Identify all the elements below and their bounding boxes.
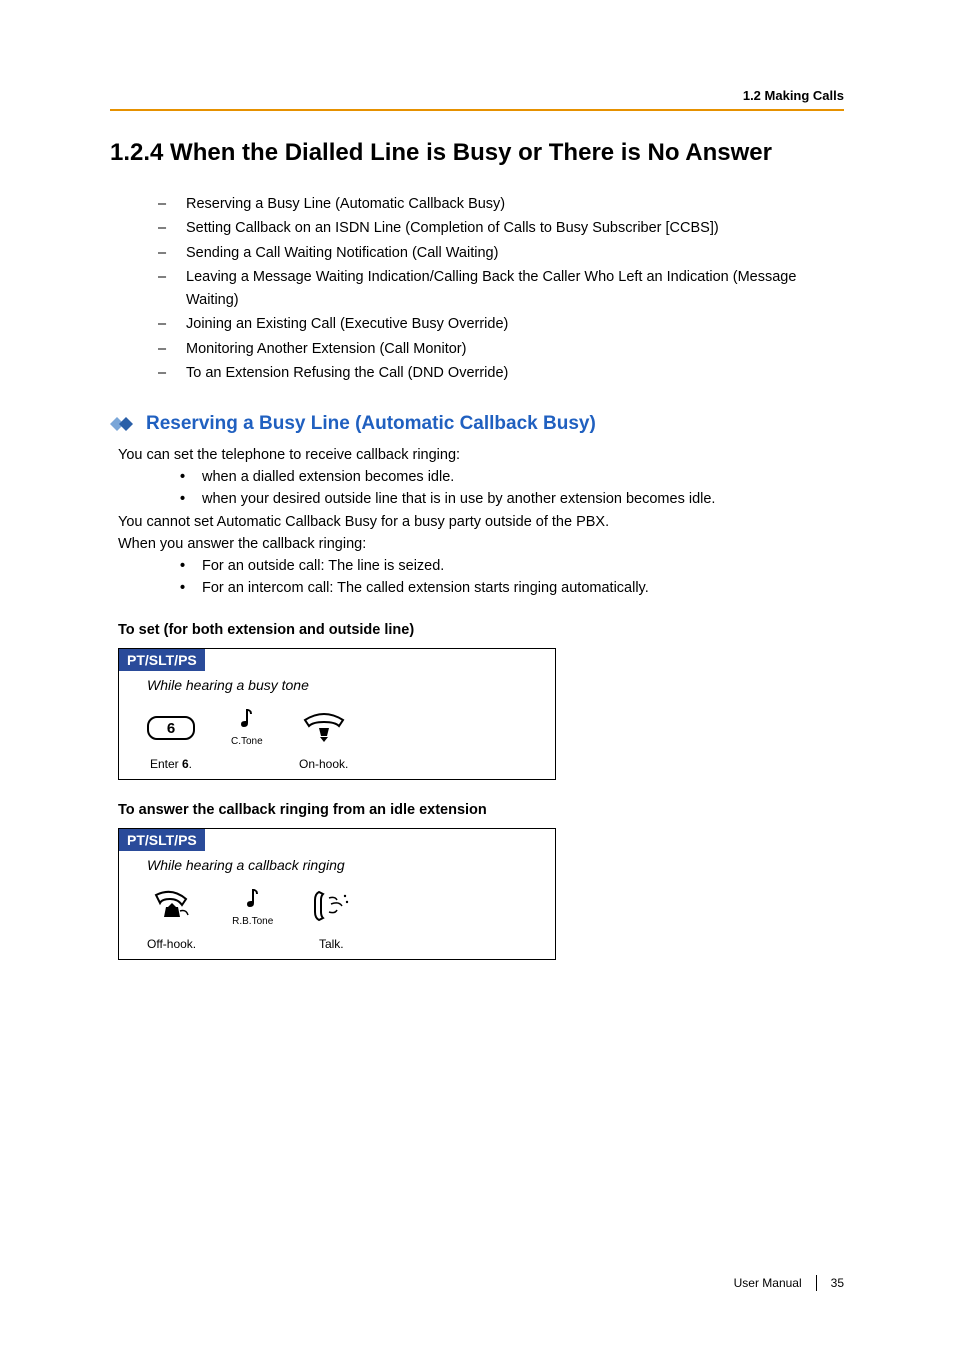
- toc-item: To an Extension Refusing the Call (DND O…: [158, 362, 844, 384]
- header-breadcrumb: 1.2 Making Calls: [110, 88, 844, 103]
- procedure-condition: While hearing a busy tone: [119, 671, 555, 707]
- bullet-item: For an intercom call: The called extensi…: [180, 578, 844, 600]
- music-note-icon: [244, 887, 262, 914]
- section-intro: You can set the telephone to receive cal…: [118, 445, 844, 467]
- step-tone: R.B.Tone: [232, 887, 273, 927]
- toc-item: Monitoring Another Extension (Call Monit…: [158, 338, 844, 360]
- key-6-icon: 6: [147, 716, 195, 740]
- step-caption: On-hook.: [299, 757, 349, 771]
- toc-item: Joining an Existing Call (Executive Busy…: [158, 313, 844, 335]
- music-note-icon: [238, 707, 256, 734]
- header-rule: [110, 109, 844, 111]
- section-bullets-2: For an outside call: The line is seized.…: [110, 556, 844, 601]
- tone-label: C.Tone: [231, 736, 263, 747]
- section-p2: You cannot set Automatic Callback Busy f…: [118, 512, 844, 534]
- toc-item: Setting Callback on an ISDN Line (Comple…: [158, 217, 844, 239]
- toc-item: Reserving a Busy Line (Automatic Callbac…: [158, 193, 844, 215]
- step-caption-bold: 6: [182, 757, 189, 771]
- procedure-box: PT/SLT/PS While hearing a busy tone 6 En…: [118, 648, 556, 780]
- step-caption: Talk.: [309, 937, 353, 951]
- procedure-condition: While hearing a callback ringing: [119, 851, 555, 887]
- footer-divider: [816, 1275, 817, 1291]
- footer-label: User Manual: [734, 1276, 802, 1290]
- bullet-item: For an outside call: The line is seized.: [180, 556, 844, 578]
- step-talk: Talk.: [309, 887, 353, 951]
- page-title: 1.2.4 When the Dialled Line is Busy or T…: [110, 139, 844, 167]
- handset-onhook-icon: [299, 710, 349, 747]
- section-p3: When you answer the callback ringing:: [118, 534, 844, 556]
- toc-item: Leaving a Message Waiting Indication/Cal…: [158, 266, 844, 311]
- step-caption-text: Enter: [150, 757, 182, 771]
- toc-item: Sending a Call Waiting Notification (Cal…: [158, 242, 844, 264]
- toc-list: Reserving a Busy Line (Automatic Callbac…: [110, 193, 844, 385]
- bullet-item: when a dialled extension becomes idle.: [180, 467, 844, 489]
- handset-talk-icon: [309, 888, 353, 929]
- procedure-heading: To answer the callback ringing from an i…: [118, 802, 844, 818]
- bullet-item: when your desired outside line that is i…: [180, 489, 844, 511]
- page-footer: User Manual 35: [734, 1275, 844, 1291]
- page-number: 35: [831, 1276, 844, 1290]
- handset-offhook-icon: [152, 889, 192, 928]
- step-offhook: Off-hook.: [147, 887, 196, 951]
- procedure-heading: To set (for both extension and outside l…: [118, 622, 844, 638]
- tone-label: R.B.Tone: [232, 916, 273, 927]
- procedure-box-header: PT/SLT/PS: [119, 829, 205, 851]
- step-caption: Off-hook.: [147, 937, 196, 951]
- step-enter-6: 6 Enter 6.: [147, 707, 195, 771]
- step-caption-text: .: [189, 757, 192, 771]
- step-tone: C.Tone: [231, 707, 263, 747]
- diamond-bullet-icon: [110, 416, 136, 432]
- procedure-box-header: PT/SLT/PS: [119, 649, 205, 671]
- section-bullets: when a dialled extension becomes idle. w…: [110, 467, 844, 512]
- section-heading: Reserving a Busy Line (Automatic Callbac…: [146, 413, 596, 435]
- procedure-box: PT/SLT/PS While hearing a callback ringi…: [118, 828, 556, 960]
- step-onhook: On-hook.: [299, 707, 349, 771]
